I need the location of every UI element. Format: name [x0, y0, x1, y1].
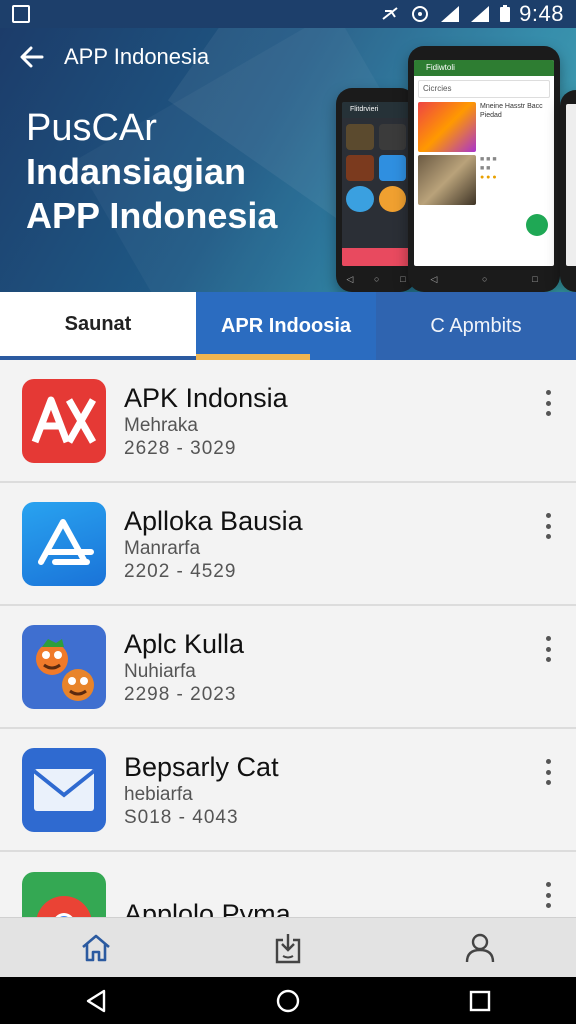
more-options-icon[interactable] — [540, 513, 556, 539]
home-icon — [82, 934, 110, 961]
phone-front-search: Cicrcies — [418, 80, 550, 98]
app-title: Aplc Kulla — [124, 628, 245, 659]
phone-mockup-back: Flitdrvieri ◁ ○ □ — [336, 88, 416, 292]
app-bar-title: APP Indonesia — [64, 44, 210, 69]
list-item[interactable]: Bepsarly Cat hebiarfa S018 - 4043 — [0, 729, 576, 852]
download-icon — [275, 933, 301, 963]
list-item[interactable]: APK Indonsia Mehraka 2628 - 3029 — [0, 360, 576, 483]
tab-saunat[interactable]: Saunat — [0, 292, 196, 360]
screen: 9:48 APP Indonesia PusCAr Indansiagian A… — [0, 0, 576, 1024]
signal-icon — [441, 6, 460, 22]
app-stats: S018 - 4043 — [124, 806, 239, 828]
signal-icon-2 — [471, 6, 490, 22]
chrome-icon — [22, 871, 106, 917]
app-title: Bepsarly Cat — [124, 751, 279, 782]
tab-c-apmbits[interactable]: C Apmbits — [376, 292, 576, 360]
phone-back-grid — [342, 118, 410, 218]
phone-back-bar: Flitdrvieri — [342, 102, 410, 118]
app-stats: 2628 - 3029 — [124, 437, 237, 459]
app-title: Applolo Pyma — [124, 898, 291, 918]
system-home-button[interactable] — [263, 981, 313, 1021]
more-options-icon[interactable] — [540, 882, 556, 908]
app-stats: 2202 - 4529 — [124, 560, 237, 582]
status-bar: 9:48 — [0, 0, 576, 28]
phone-card-text: Mneine Hasstr Bacc Piedad — [480, 103, 543, 119]
hero-line-3: APP Indonesia — [26, 195, 278, 236]
phone-fab — [526, 214, 548, 236]
app-store-icon — [22, 501, 106, 586]
hero-headline: PusCAr Indansiagian APP Indonesia — [26, 106, 277, 238]
list-item[interactable]: Applolo Pyma — [0, 852, 576, 917]
more-options-icon[interactable] — [540, 759, 556, 785]
profile-icon — [465, 933, 495, 962]
list-item[interactable]: Aplloka Bausia Manrarfa 2202 - 4529 — [0, 483, 576, 606]
cartoon-game-icon — [22, 624, 106, 709]
status-icons: 9:48 — [379, 1, 564, 27]
hero-banner: APP Indonesia PusCAr Indansiagian APP In… — [0, 28, 576, 292]
phone-mockup-edge — [560, 90, 576, 292]
back-arrow-icon[interactable] — [18, 43, 46, 71]
phone-front-bar: Fidiwtoli — [414, 60, 554, 76]
downloads-button[interactable] — [258, 924, 318, 972]
hero-line-2: Indansiagian — [26, 151, 247, 192]
system-navigation-bar — [0, 977, 576, 1024]
app-developer: Manrarfa — [124, 537, 201, 559]
more-options-icon[interactable] — [540, 390, 556, 416]
tab-apr-indoosia[interactable]: APR Indoosia — [196, 292, 376, 360]
back-triangle-icon — [86, 989, 106, 1012]
more-options-icon[interactable] — [540, 636, 556, 662]
profile-button[interactable] — [450, 924, 510, 972]
system-back-button[interactable] — [71, 981, 121, 1021]
clock: 9:48 — [519, 1, 564, 26]
app-title: Aplloka Bausia — [124, 505, 303, 536]
app-developer: hebiarfa — [124, 783, 193, 805]
app-stats: 2298 - 2023 — [124, 683, 237, 705]
bottom-navigation — [0, 917, 576, 977]
app-developer: Nuhiarfa — [124, 660, 196, 682]
apk-logo-icon — [22, 378, 106, 463]
battery-icon — [500, 5, 511, 22]
app-developer: Mehraka — [124, 414, 198, 436]
home-button[interactable] — [66, 924, 126, 972]
system-recents-button[interactable] — [455, 981, 505, 1021]
app-title: APK Indonsia — [124, 382, 288, 413]
tab-bar: Saunat APR Indoosia C Apmbits — [0, 292, 576, 360]
home-circle-icon — [276, 989, 300, 1012]
gallery-notification-icon — [12, 5, 30, 23]
app-list: APK Indonsia Mehraka 2628 - 3029 Aplloka… — [0, 360, 576, 917]
mute-icon — [382, 7, 398, 20]
hero-line-1: PusCAr — [26, 107, 157, 149]
mail-icon — [22, 747, 106, 832]
phone-mockup-front: Fidiwtoli Cicrcies Mneine Hasstr Bacc Pi… — [408, 46, 560, 292]
recents-square-icon — [469, 990, 491, 1011]
list-item[interactable]: Aplc Kulla Nuhiarfa 2298 - 2023 — [0, 606, 576, 729]
sync-icon — [412, 6, 429, 22]
